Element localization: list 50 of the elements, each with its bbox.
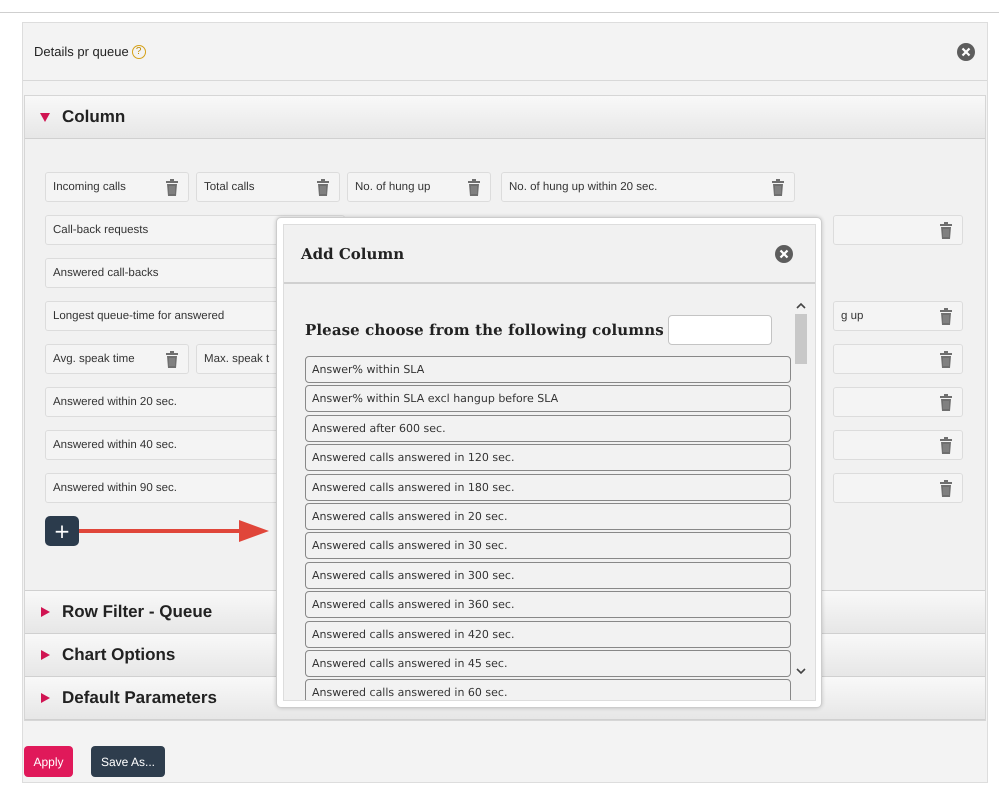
dialog-title: Add Column [301, 244, 404, 262]
chip-label: No. of hung up within 20 sec. [509, 181, 658, 193]
panel-title: Details pr queue [34, 44, 129, 59]
chip-label: Max. speak t [204, 353, 270, 365]
prompt-text: Please choose from the following columns [305, 321, 664, 339]
close-icon[interactable] [957, 42, 975, 60]
trash-icon[interactable] [166, 178, 178, 196]
trash-icon[interactable] [940, 350, 952, 368]
column-option[interactable]: Answered calls answered in 45 sec. [305, 650, 791, 677]
column-option[interactable]: Answer% within SLA [305, 356, 791, 383]
column-option[interactable]: Answered calls answered in 300 sec. [305, 562, 791, 589]
column-option[interactable]: Answered calls answered in 120 sec. [305, 444, 791, 472]
trash-icon[interactable] [772, 178, 784, 196]
trash-icon[interactable] [317, 178, 329, 196]
chip-label: Answered call-backs [53, 267, 158, 279]
column-option[interactable]: Answered calls answered in 360 sec. [305, 591, 791, 618]
chip-label: Answered within 20 sec. [53, 396, 178, 408]
trash-icon[interactable] [940, 394, 952, 410]
trash-icon[interactable] [468, 178, 480, 196]
chip-label: Avg. speak time [53, 353, 135, 365]
chip-label: No. of hung up [355, 181, 430, 193]
column-option[interactable]: Answered calls answered in 20 sec. [305, 502, 791, 530]
trash-icon[interactable] [940, 222, 952, 238]
column-option[interactable]: Answered calls answered in 420 sec. [305, 620, 791, 648]
chip-label: Answered within 90 sec. [53, 482, 178, 494]
chip-label: Longest queue-time for answered [53, 310, 224, 322]
trash-icon[interactable] [940, 480, 952, 496]
close-icon[interactable] [775, 244, 793, 262]
chip-label: Total calls [204, 181, 254, 193]
section-title: Column [62, 107, 126, 127]
chip-label: Call-back requests [53, 224, 148, 236]
section-title: Default Parameters [62, 688, 217, 708]
chip-label: Incoming calls [53, 181, 126, 193]
filter-field[interactable] [668, 315, 772, 345]
section-header[interactable]: Column [25, 96, 985, 139]
column-option[interactable]: Answered calls answered in 60 sec. [305, 679, 791, 700]
chip-label: Answered within 40 sec. [53, 439, 178, 451]
trash-icon[interactable] [940, 308, 952, 324]
save-button[interactable]: Save As... [91, 746, 165, 777]
column-option[interactable]: Answered calls answered in 180 sec. [305, 474, 791, 501]
section-title: Chart Options [62, 645, 176, 665]
trash-icon[interactable] [166, 350, 178, 368]
section-title: Row Filter - Queue [62, 602, 212, 622]
column-option[interactable]: Answer% within SLA excl hangup before SLA [305, 385, 791, 412]
column-option[interactable]: Answered after 600 sec. [305, 414, 791, 442]
add-button[interactable]: + [45, 516, 79, 546]
chip-label: g up [841, 310, 864, 322]
trash-icon[interactable] [940, 436, 952, 454]
apply-button[interactable]: Apply [24, 746, 73, 777]
column-option[interactable]: Answered calls answered in 30 sec. [305, 532, 791, 560]
